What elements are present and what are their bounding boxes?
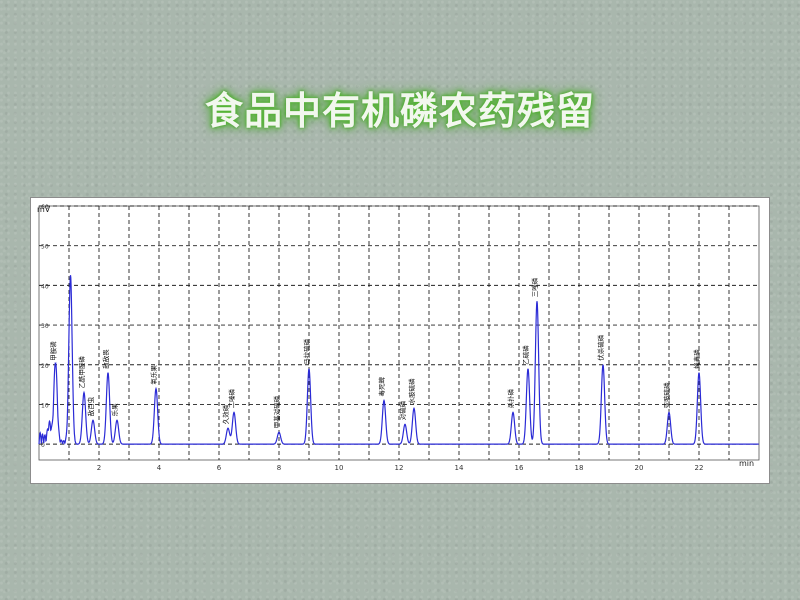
peak-label: 蝇毒磷 <box>692 349 701 369</box>
peak-label: 二嗪磷 <box>227 388 236 408</box>
peak-label: 敌敌畏 <box>101 349 110 369</box>
chromatogram-chart: mV min 2 4 6 8 10 12 14 16 18 20 22 0 10 20 30 40 50 60 甲胺… <box>30 197 770 484</box>
peak-label: 对硫磷 <box>398 400 407 420</box>
peak-label: 水胺硫磷 <box>407 378 416 405</box>
peak-label: 乙酰甲胺磷 <box>77 356 86 389</box>
x-tick-label: 12 <box>395 464 404 472</box>
x-tick-label: 4 <box>157 464 162 472</box>
x-tick-label: 16 <box>515 464 524 472</box>
x-tick-label: 18 <box>575 464 584 472</box>
peak-label: 马拉硫磷 <box>302 338 311 365</box>
y-tick-label: 60 <box>41 204 49 211</box>
x-tick-label: 6 <box>217 464 222 472</box>
x-tick-label: 2 <box>97 464 101 472</box>
peak-label: 氧乐果 <box>149 365 158 385</box>
peak-label: 乐果 <box>110 403 119 417</box>
peak-label: 三唑磷 <box>530 277 539 297</box>
x-tick-label: 20 <box>635 464 644 472</box>
chromatogram-svg: mV min 2 4 6 8 10 12 14 16 18 20 220102030405060甲胺… <box>37 204 760 472</box>
peak-label: 乙硫磷 <box>521 345 530 365</box>
slide-title: 食品中有机磷农药残留 <box>204 88 595 133</box>
x-tick-label: 10 <box>335 464 344 472</box>
peak-label: 杀扑磷 <box>506 388 515 408</box>
peak-label: 甲基对硫磷 <box>272 395 281 428</box>
peak-label: 敌百虫 <box>86 396 95 416</box>
peak-label: 甲胺磷 <box>49 341 58 361</box>
peak-label: 亚胺硫磷 <box>662 382 671 409</box>
y-tick-label: 30 <box>41 323 49 330</box>
y-tick-label: 20 <box>41 363 49 370</box>
x-tick-label: 22 <box>695 464 704 472</box>
peak-label: 毒死蜱 <box>377 376 386 396</box>
x-tick-label: 14 <box>455 464 464 472</box>
y-tick-label: 10 <box>41 402 49 409</box>
y-tick-label: 40 <box>41 283 49 290</box>
peak-label: 伏杀硫磷 <box>596 334 605 361</box>
x-tick-label: 8 <box>277 464 281 472</box>
y-tick-label: 50 <box>41 244 49 251</box>
